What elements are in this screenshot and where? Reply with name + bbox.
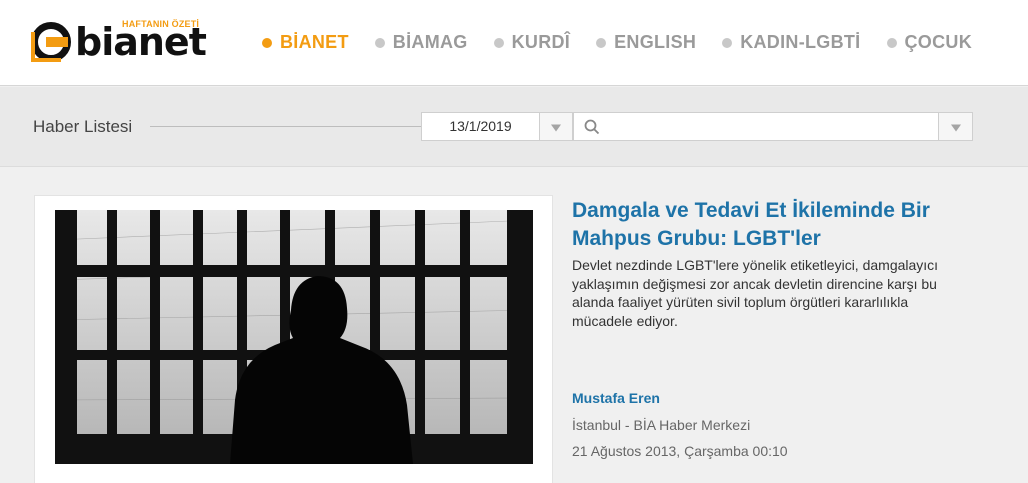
nav-dot-icon	[596, 37, 607, 48]
news-list-filter-bar: Haber Listesi 13/1/2019	[0, 87, 1028, 167]
nav-item-label: BİANET	[279, 32, 349, 52]
logo-bracket-icon	[31, 32, 61, 62]
main-nav: BİANET BİAMAG KURDÎ ENGLISH KADIN-LGBTİ …	[261, 32, 973, 53]
nav-item-bianet[interactable]: BİANET	[261, 32, 349, 53]
search-field[interactable]	[573, 112, 939, 141]
prison-window-image	[55, 210, 533, 464]
nav-dot-icon	[886, 37, 897, 48]
article-summary: Devlet nezdinde LGBT'lere yönelik etiket…	[572, 257, 939, 329]
article-author[interactable]: Mustafa Eren	[572, 390, 660, 406]
title-divider	[150, 126, 422, 127]
nav-dot-icon	[722, 37, 733, 48]
nav-item-label: ÇOCUK	[904, 32, 972, 52]
article-headline[interactable]: Damgala ve Tedavi Et İkileminde Bir Mahp…	[572, 197, 972, 253]
nav-item-label: KURDÎ	[511, 32, 571, 52]
date-picker-field[interactable]: 13/1/2019	[421, 112, 540, 141]
logo-wordmark: bianet	[75, 20, 207, 64]
nav-item-kurdi[interactable]: KURDÎ	[493, 32, 571, 53]
nav-item-cocuk[interactable]: ÇOCUK	[886, 32, 973, 53]
search-input[interactable]	[608, 116, 928, 137]
nav-item-biamag[interactable]: BİAMAG	[374, 32, 468, 53]
nav-dot-icon	[374, 37, 385, 48]
date-dropdown-button[interactable]	[540, 112, 573, 141]
nav-item-label: BİAMAG	[392, 32, 468, 52]
nav-dot-icon	[493, 37, 504, 48]
nav-item-label: KADIN-LGBTİ	[740, 32, 861, 52]
article-image-card	[34, 195, 553, 483]
nav-item-english[interactable]: ENGLISH	[596, 32, 696, 53]
nav-item-kadin-lgbti[interactable]: KADIN-LGBTİ	[722, 32, 860, 53]
article-photo[interactable]	[55, 210, 533, 464]
article-source: İstanbul - BİA Haber Merkezi	[572, 417, 751, 433]
triangle-down-icon	[950, 124, 961, 132]
bianet-logo[interactable]: HAFTANIN ÖZETİ bianet	[31, 18, 236, 66]
nav-item-label: ENGLISH	[614, 32, 697, 52]
triangle-down-icon	[551, 124, 561, 132]
article-date: 21 Ağustos 2013, Çarşamba 00:10	[572, 443, 788, 459]
search-dropdown-button[interactable]	[939, 112, 973, 141]
nav-dot-icon	[261, 37, 272, 48]
news-list-title: Haber Listesi	[33, 117, 133, 136]
site-header: HAFTANIN ÖZETİ bianet BİANET BİAMAG KURD…	[0, 0, 1028, 86]
search-icon	[584, 119, 600, 135]
